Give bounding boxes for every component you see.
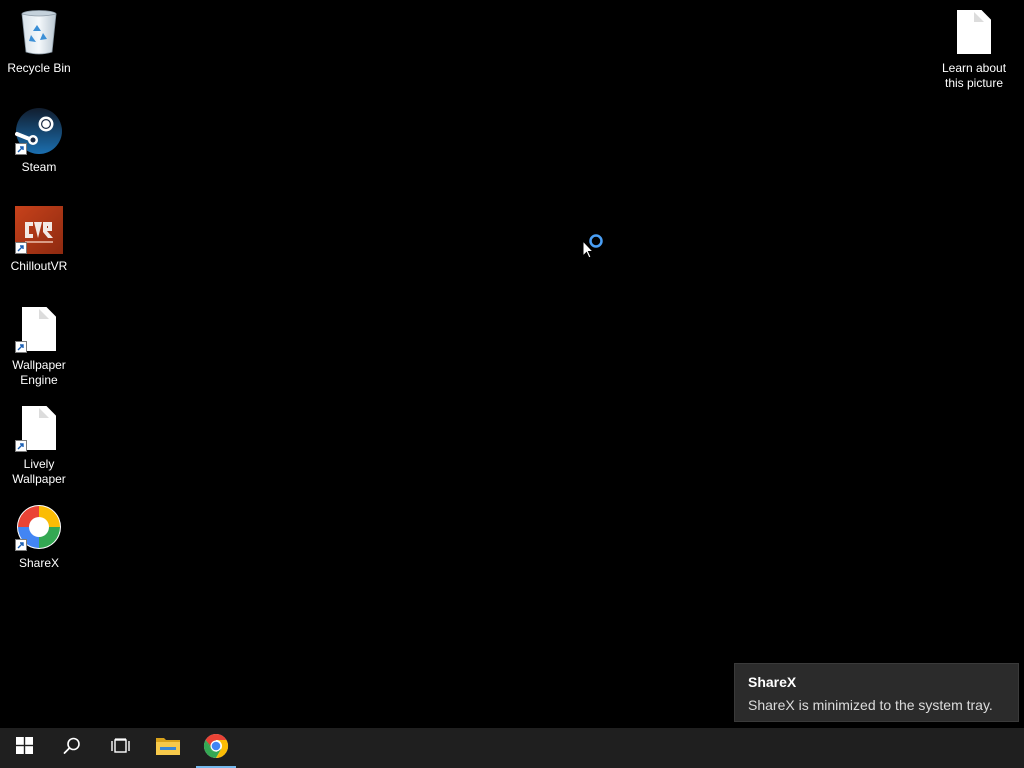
search-icon [63,737,81,760]
desktop-icon-label: ShareX [18,556,60,570]
toast-title: ShareX [748,674,797,690]
desktop-icon-lively-wallpaper[interactable]: Lively Wallpaper [1,404,77,487]
desktop-icon-steam[interactable]: Steam [1,107,77,175]
shortcut-arrow-icon [15,341,27,353]
recycle-bin-icon [15,8,63,56]
shortcut-arrow-icon [15,143,27,155]
toast-message: ShareX is minimized to the system tray. [748,697,993,713]
desktop-icon-label: Learn about this picture [941,61,1007,90]
search-button[interactable] [48,728,96,768]
windows-start-icon [15,737,33,759]
desktop-icon-recycle-bin[interactable]: Recycle Bin [1,8,77,76]
chilloutvr-icon [15,206,63,254]
task-view-icon [110,737,130,759]
chrome-icon [203,733,229,764]
busy-cursor-icon [582,234,608,267]
desktop-icon-learn-about-this-picture[interactable]: Learn about this picture [936,8,1012,91]
shortcut-arrow-icon [15,539,27,551]
desktop-icon-label: ChilloutVR [10,259,68,273]
steam-icon [15,107,63,155]
toast-notification[interactable]: ShareX ShareX is minimized to the system… [734,663,1019,722]
file-icon [15,404,63,452]
desktop-icon-label: Recycle Bin [7,61,71,75]
shortcut-arrow-icon [15,242,27,254]
file-icon [950,8,998,56]
taskbar-file-explorer[interactable] [144,728,192,768]
desktop-icon-label: Lively Wallpaper [12,457,66,486]
desktop-icon-chilloutvr[interactable]: ChilloutVR [1,206,77,274]
folder-icon [155,735,181,762]
desktop-icon-label: Wallpaper Engine [12,358,66,387]
shortcut-arrow-icon [15,440,27,452]
desktop-icon-sharex[interactable]: ShareX [1,503,77,571]
taskbar [0,728,1024,768]
task-view-button[interactable] [96,728,144,768]
desktop[interactable]: Recycle Bin Steam ChilloutVR Wallpaper E… [0,0,1024,728]
start-button[interactable] [0,728,48,768]
sharex-icon [15,503,63,551]
desktop-icon-wallpaper-engine[interactable]: Wallpaper Engine [1,305,77,388]
file-icon [15,305,63,353]
desktop-icon-label: Steam [21,160,57,174]
taskbar-google-chrome[interactable] [192,728,240,768]
